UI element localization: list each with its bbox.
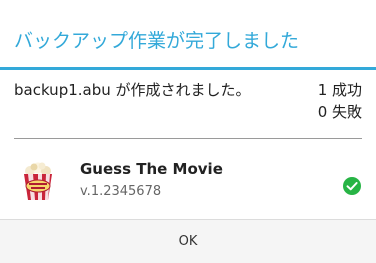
popcorn-app-icon	[24, 162, 52, 200]
title-divider	[0, 67, 376, 70]
success-count: 1 成功	[317, 81, 362, 99]
app-name: Guess The Movie	[80, 160, 223, 178]
app-list-item: Guess The Movie v.1.2345678	[0, 152, 376, 200]
result-counts: 1 成功 0 失敗	[318, 79, 362, 123]
backup-message: backup1.abu が作成されました。	[14, 81, 251, 99]
backup-complete-dialog: バックアップ作業が完了しました backup1.abu が作成されました。 1 …	[0, 0, 376, 263]
ok-button[interactable]: OK	[0, 220, 376, 263]
dialog-title: バックアップ作業が完了しました	[14, 30, 300, 52]
content-divider	[14, 138, 362, 139]
app-version: v.1.2345678	[80, 184, 162, 199]
check-circle-icon	[343, 177, 361, 195]
failure-count: 0 失敗	[317, 103, 362, 121]
